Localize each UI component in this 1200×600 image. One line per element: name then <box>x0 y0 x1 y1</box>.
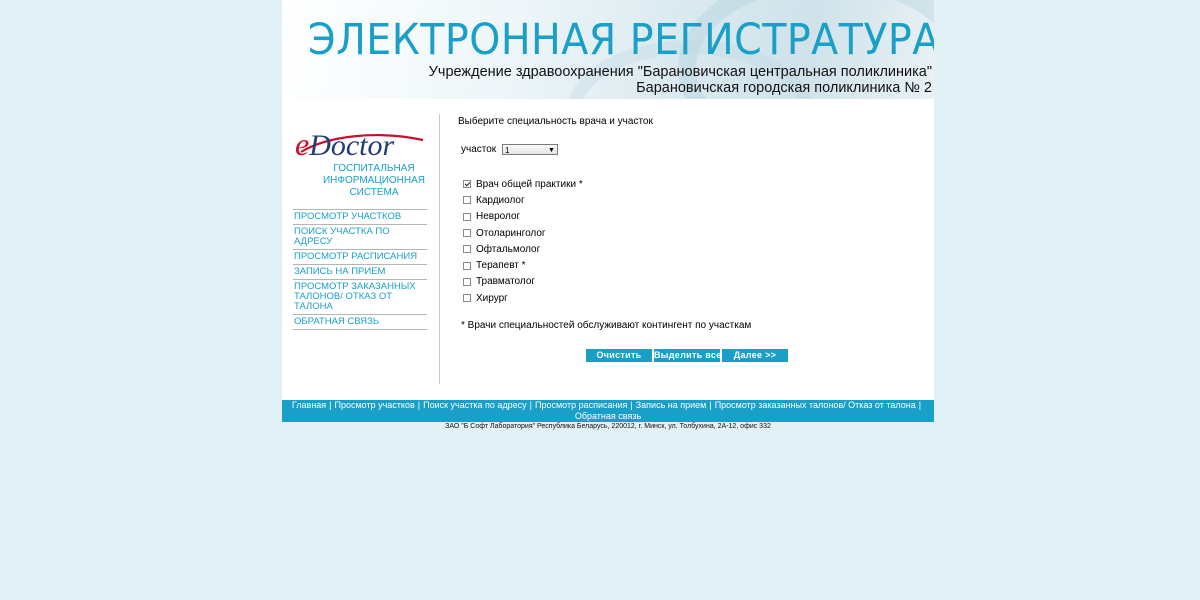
footer-nav: Главная | Просмотр участков | Поиск участка … <box>282 400 934 422</box>
checkbox-ophthalmologist[interactable] <box>463 245 471 254</box>
footer-link-appointment[interactable]: Запись на прием <box>636 400 707 410</box>
logo-wordmark: eDoctor <box>295 126 394 163</box>
site-title: ЭЛЕКТРОННАЯ РЕГИСТРАТУРА <box>308 15 934 65</box>
sidebar-menu: ПРОСМОТР УЧАСТКОВ ПОИСК УЧАСТКА ПО АДРЕС… <box>293 209 427 330</box>
footer-separator: | <box>329 400 332 410</box>
footer-separator: | <box>918 400 922 410</box>
footer-separator: | <box>709 400 712 410</box>
specialty-label: Врач общей практики * <box>476 178 583 190</box>
header-banner: ЭЛЕКТРОННАЯ РЕГИСТРАТУРА Учреждение здра… <box>282 0 934 99</box>
specialty-otolaryngologist: Отоларинголог <box>463 225 583 241</box>
page-container: ЭЛЕКТРОННАЯ РЕГИСТРАТУРА Учреждение здра… <box>282 0 934 422</box>
specialty-neurologist: Невролог <box>463 209 583 225</box>
specialty-note: * Врачи специальностей обслуживают конти… <box>461 320 752 331</box>
page-prompt: Выберите специальность врача и участок <box>458 116 653 127</box>
clear-button[interactable]: Очистить <box>586 349 652 362</box>
specialty-label: Кардиолог <box>476 194 525 206</box>
sidebar-item-schedule[interactable]: ПРОСМОТР РАСПИСАНИЯ <box>293 250 427 265</box>
specialty-therapist: Терапевт * <box>463 257 583 273</box>
action-buttons: Очистить Выделить все Далее >> <box>586 349 790 362</box>
specialty-ophthalmologist: Офтальмолог <box>463 241 583 257</box>
sidebar-item-tickets[interactable]: ПРОСМОТР ЗАКАЗАННЫХ ТАЛОНОВ/ ОТКАЗ ОТ ТА… <box>293 280 427 315</box>
checkbox-surgeon[interactable] <box>463 294 471 303</box>
footer-link-view-districts[interactable]: Просмотр участков <box>335 400 415 410</box>
district-label: участок <box>461 144 497 155</box>
footer-separator: | <box>529 400 532 410</box>
footer-link-home[interactable]: Главная <box>292 400 326 410</box>
sidebar-item-view-districts[interactable]: ПРОСМОТР УЧАСТКОВ <box>293 210 427 225</box>
specialty-list: Врач общей практики * Кардиолог Невролог… <box>463 176 583 306</box>
institution-name: Учреждение здравоохранения "Барановичска… <box>428 64 932 96</box>
specialty-cardiologist: Кардиолог <box>463 192 583 208</box>
footer-link-feedback[interactable]: Обратная связь <box>575 411 641 421</box>
checkbox-cardiologist[interactable] <box>463 196 471 205</box>
specialty-label: Офтальмолог <box>476 243 541 255</box>
chevron-down-icon: ▼ <box>548 147 555 154</box>
specialty-label: Хирург <box>476 292 508 304</box>
select-all-button[interactable]: Выделить все <box>654 349 721 362</box>
checkbox-otolaryngologist[interactable] <box>463 229 471 238</box>
district-select[interactable]: 1 ▼ <box>501 144 558 155</box>
edoctor-logo[interactable]: eDoctor ГОСПИТАЛЬНАЯ ИНФОРМАЦИОННАЯ СИСТ… <box>295 126 425 198</box>
footer-separator: | <box>630 400 633 410</box>
specialty-label: Травматолог <box>476 276 536 288</box>
checkbox-general-practitioner[interactable] <box>463 180 471 189</box>
specialty-traumatologist: Травматолог <box>463 274 583 290</box>
copyright-text: ЗАО "Б Софт Лаборатория" Республика Бела… <box>445 423 771 430</box>
logo-e: e <box>295 126 310 162</box>
district-row: участок 1 ▼ <box>461 144 558 155</box>
specialty-label: Терапевт * <box>476 260 526 272</box>
footer-separator: | <box>417 400 421 410</box>
next-button[interactable]: Далее >> <box>722 349 788 362</box>
sidebar-item-appointment[interactable]: ЗАПИСЬ НА ПРИЕМ <box>293 265 427 280</box>
vertical-divider <box>439 114 440 384</box>
specialty-label: Отоларинголог <box>476 227 546 239</box>
sidebar-item-feedback[interactable]: ОБРАТНАЯ СВЯЗЬ <box>293 315 427 330</box>
specialty-label: Невролог <box>476 211 521 223</box>
checkbox-neurologist[interactable] <box>463 212 471 221</box>
specialty-general-practitioner: Врач общей практики * <box>463 176 583 192</box>
footer-link-schedule[interactable]: Просмотр расписания <box>535 400 627 410</box>
sidebar-item-find-district[interactable]: ПОИСК УЧАСТКА ПО АДРЕСУ <box>293 225 427 250</box>
logo-doctor: Doctor <box>309 129 395 162</box>
specialty-surgeon: Хирург <box>463 290 583 306</box>
footer-link-tickets[interactable]: Просмотр заказанных талонов/ Отказ от та… <box>715 400 916 410</box>
checkbox-therapist[interactable] <box>463 261 471 270</box>
logo-caption: ГОСПИТАЛЬНАЯ ИНФОРМАЦИОННАЯ СИСТЕМА <box>322 163 426 198</box>
checkbox-traumatologist[interactable] <box>463 277 471 286</box>
footer-link-find-district[interactable]: Поиск участка по адресу <box>423 400 527 410</box>
district-selected-value: 1 <box>504 146 510 155</box>
